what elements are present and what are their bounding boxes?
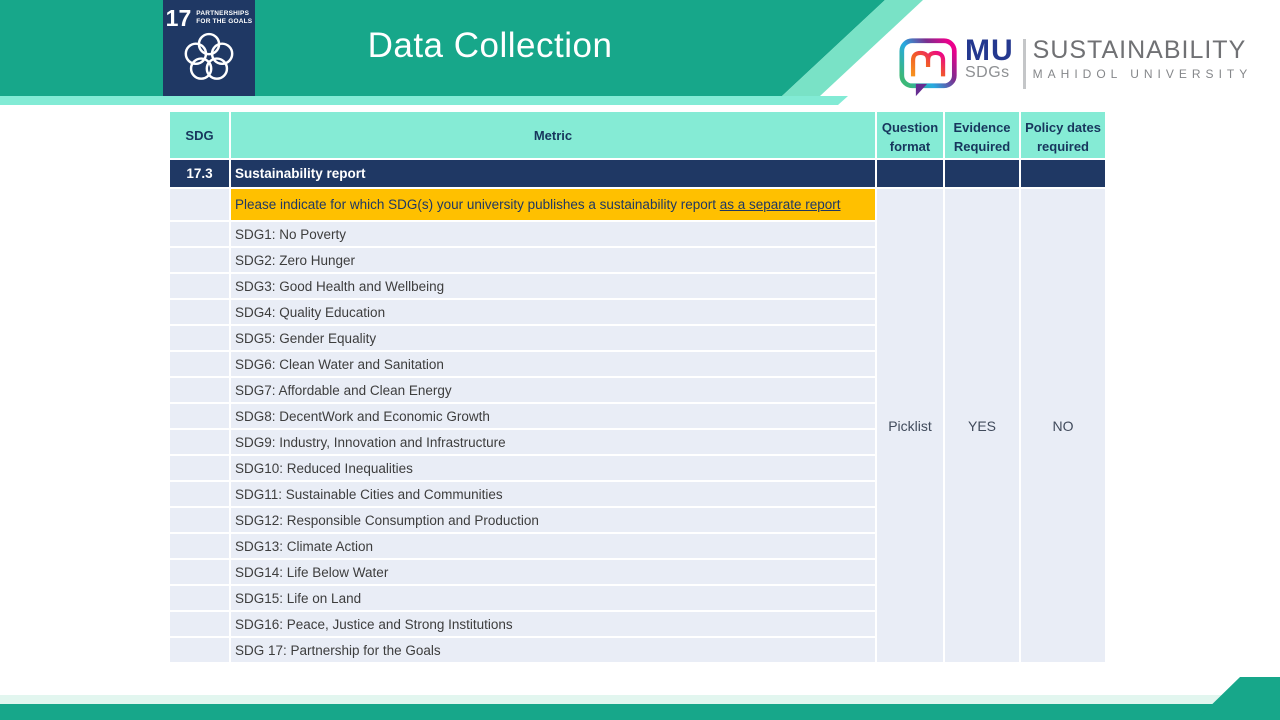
table-row-metric: SDG10: Reduced Inequalities	[231, 456, 877, 482]
column-header-sdg: SDG	[170, 112, 231, 160]
table-row-sdg-cell	[170, 638, 231, 664]
table-row-sdg-cell	[170, 222, 231, 248]
sdg17-badge-label-line2: FOR THE GOALS	[196, 18, 252, 25]
table-row-sdg-cell	[170, 300, 231, 326]
header-mint-bar	[0, 96, 848, 105]
column-header-metric: Metric	[231, 112, 877, 160]
column-header-question-format-line1: Question	[882, 118, 938, 137]
answer-evidence-required: YES	[945, 189, 1021, 664]
column-header-policy-dates: Policy dates required	[1021, 112, 1107, 160]
table-row-metric: SDG7: Affordable and Clean Energy	[231, 378, 877, 404]
section-row-filler	[877, 160, 945, 189]
column-header-evidence-required-line1: Evidence	[953, 118, 1010, 137]
table-row-metric: SDG5: Gender Equality	[231, 326, 877, 352]
table-row-metric: SDG13: Climate Action	[231, 534, 877, 560]
table-row-metric: SDG11: Sustainable Cities and Communitie…	[231, 482, 877, 508]
table-row-metric: SDG2: Zero Hunger	[231, 248, 877, 274]
footer-green-band	[0, 704, 1280, 720]
table-row-metric: SDG14: Life Below Water	[231, 560, 877, 586]
logo-mu-text: MU	[965, 37, 1014, 64]
column-header-policy-dates-line2: required	[1037, 137, 1089, 156]
table-row-metric: SDG3: Good Health and Wellbeing	[231, 274, 877, 300]
table-row-sdg-cell	[170, 508, 231, 534]
prompt-text: Please indicate for which SDG(s) your un…	[231, 189, 877, 222]
logo-sustainability-text: SUSTAINABILITY	[1033, 37, 1253, 63]
table-row-sdg-cell	[170, 274, 231, 300]
table-row-sdg-cell	[170, 326, 231, 352]
prompt-text-underlined: as a separate report	[720, 197, 841, 212]
sdg17-badge-number: 17	[166, 7, 192, 29]
prompt-row-sdg-cell	[170, 189, 231, 222]
table-row-metric: SDG8: DecentWork and Economic Growth	[231, 404, 877, 430]
mu-sdgs-bubble-icon	[897, 37, 961, 102]
slide: Data Collection 17 PARTNERSHIPS FOR THE …	[0, 0, 1280, 720]
sdg17-badge-label-line1: PARTNERSHIPS	[196, 10, 249, 17]
footer-pale-band	[0, 695, 1280, 704]
section-code: 17.3	[170, 160, 231, 189]
column-header-question-format-line2: format	[890, 137, 930, 156]
table-row-metric: SDG12: Responsible Consumption and Produ…	[231, 508, 877, 534]
answer-question-format: Picklist	[877, 189, 945, 664]
column-header-evidence-required-line2: Required	[954, 137, 1010, 156]
table-row-metric: SDG1: No Poverty	[231, 222, 877, 248]
mu-sustainability-logo: MU SDGs SUSTAINABILITY MAHIDOL UNIVERSIT…	[897, 37, 1252, 102]
metrics-table: SDG Metric Question format Evidence Requ…	[170, 112, 1111, 664]
answer-policy-dates-required: NO	[1021, 189, 1107, 664]
page-title: Data Collection	[300, 24, 680, 68]
logo-university-text: MAHIDOL UNIVERSITY	[1033, 67, 1253, 81]
column-header-question-format: Question format	[877, 112, 945, 160]
sdg17-wheel-icon	[163, 31, 255, 87]
section-row-filler	[1021, 160, 1107, 189]
section-title: Sustainability report	[231, 160, 877, 189]
table-row-sdg-cell	[170, 586, 231, 612]
table-row-sdg-cell	[170, 612, 231, 638]
table-row-sdg-cell	[170, 378, 231, 404]
table-row-metric: SDG16: Peace, Justice and Strong Institu…	[231, 612, 877, 638]
table-row-sdg-cell	[170, 482, 231, 508]
column-header-evidence-required: Evidence Required	[945, 112, 1021, 160]
section-row-filler	[945, 160, 1021, 189]
logo-divider	[1023, 39, 1026, 89]
prompt-text-main: Please indicate for which SDG(s) your un…	[235, 197, 720, 212]
sdg17-badge-label: PARTNERSHIPS FOR THE GOALS	[196, 7, 252, 26]
table-row-sdg-cell	[170, 352, 231, 378]
table-row-metric: SDG6: Clean Water and Sanitation	[231, 352, 877, 378]
column-header-policy-dates-line1: Policy dates	[1025, 118, 1101, 137]
table-row-sdg-cell	[170, 404, 231, 430]
table-row-sdg-cell	[170, 560, 231, 586]
table-row-metric: SDG9: Industry, Innovation and Infrastru…	[231, 430, 877, 456]
table-row-sdg-cell	[170, 430, 231, 456]
table-row-sdg-cell	[170, 248, 231, 274]
table-row-metric: SDG4: Quality Education	[231, 300, 877, 326]
table-row-metric: SDG 17: Partnership for the Goals	[231, 638, 877, 664]
logo-sdgs-text: SDGs	[965, 64, 1010, 82]
table-row-metric: SDG15: Life on Land	[231, 586, 877, 612]
table-row-sdg-cell	[170, 456, 231, 482]
sdg17-badge: 17 PARTNERSHIPS FOR THE GOALS	[163, 0, 255, 96]
table-row-sdg-cell	[170, 534, 231, 560]
